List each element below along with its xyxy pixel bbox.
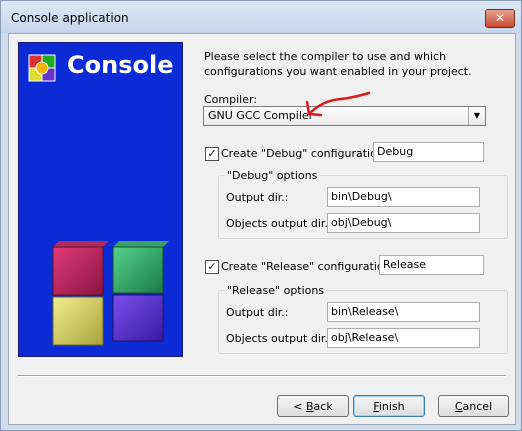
window-title: Console application: [11, 11, 129, 25]
finish-button[interactable]: Finish: [353, 395, 425, 417]
cancel-button[interactable]: Cancel: [438, 395, 509, 417]
debug-output-dir-label: Output dir.:: [226, 191, 289, 204]
finish-button-label: inish: [378, 400, 405, 413]
release-options-title: "Release" options: [225, 284, 327, 297]
release-output-dir-field[interactable]: bin\Release\: [327, 302, 480, 322]
back-button[interactable]: < Back: [277, 395, 349, 417]
debug-objects-dir-label: Objects output dir.:: [226, 217, 332, 230]
banner-title: Console: [67, 51, 174, 79]
create-release-checkbox[interactable]: ✓: [205, 260, 219, 274]
close-icon: ✕: [494, 11, 506, 25]
create-debug-checkbox[interactable]: ✓: [205, 147, 219, 161]
title-bar[interactable]: Console application ✕: [1, 1, 521, 33]
console-application-dialog: Console application ✕ Console Please sel…: [0, 0, 522, 431]
cubes-logo: [52, 241, 169, 346]
create-release-label[interactable]: Create "Release" configuration:: [221, 260, 394, 273]
cancel-button-mnemonic: C: [454, 400, 463, 413]
debug-objects-dir-field[interactable]: obj\Debug\: [327, 213, 480, 233]
wizard-banner: Console: [18, 42, 183, 357]
back-button-mnemonic: B: [306, 400, 314, 413]
debug-output-dir-field[interactable]: bin\Debug\: [327, 187, 480, 207]
release-objects-dir-field[interactable]: obj\Release\: [327, 328, 480, 348]
back-button-prefix: <: [293, 400, 306, 413]
compiler-selected-value: GNU GCC Compiler: [208, 109, 314, 122]
checkmark-icon: ✓: [207, 147, 217, 160]
checkmark-icon: ✓: [207, 260, 217, 273]
red-arrow-annotation: [305, 91, 371, 117]
chevron-down-icon[interactable]: ▼: [468, 107, 485, 125]
release-objects-dir-label: Objects output dir.:: [226, 332, 332, 345]
debug-options-title: "Debug" options: [225, 169, 320, 182]
debug-name-field[interactable]: Debug: [373, 142, 484, 162]
cancel-button-label: ancel: [462, 400, 493, 413]
gear-icon: [28, 54, 56, 82]
release-output-dir-label: Output dir.:: [226, 306, 289, 319]
back-button-label: ack: [313, 400, 333, 413]
close-button[interactable]: ✕: [485, 9, 515, 28]
release-name-field[interactable]: Release: [379, 255, 484, 275]
instructions-text: Please select the compiler to use and wh…: [204, 50, 472, 78]
button-separator: [18, 375, 506, 377]
create-debug-label[interactable]: Create "Debug" configuration:: [221, 147, 388, 160]
dialog-content: Console Please select the compiler to us…: [8, 33, 516, 425]
compiler-label: Compiler:: [204, 93, 258, 106]
